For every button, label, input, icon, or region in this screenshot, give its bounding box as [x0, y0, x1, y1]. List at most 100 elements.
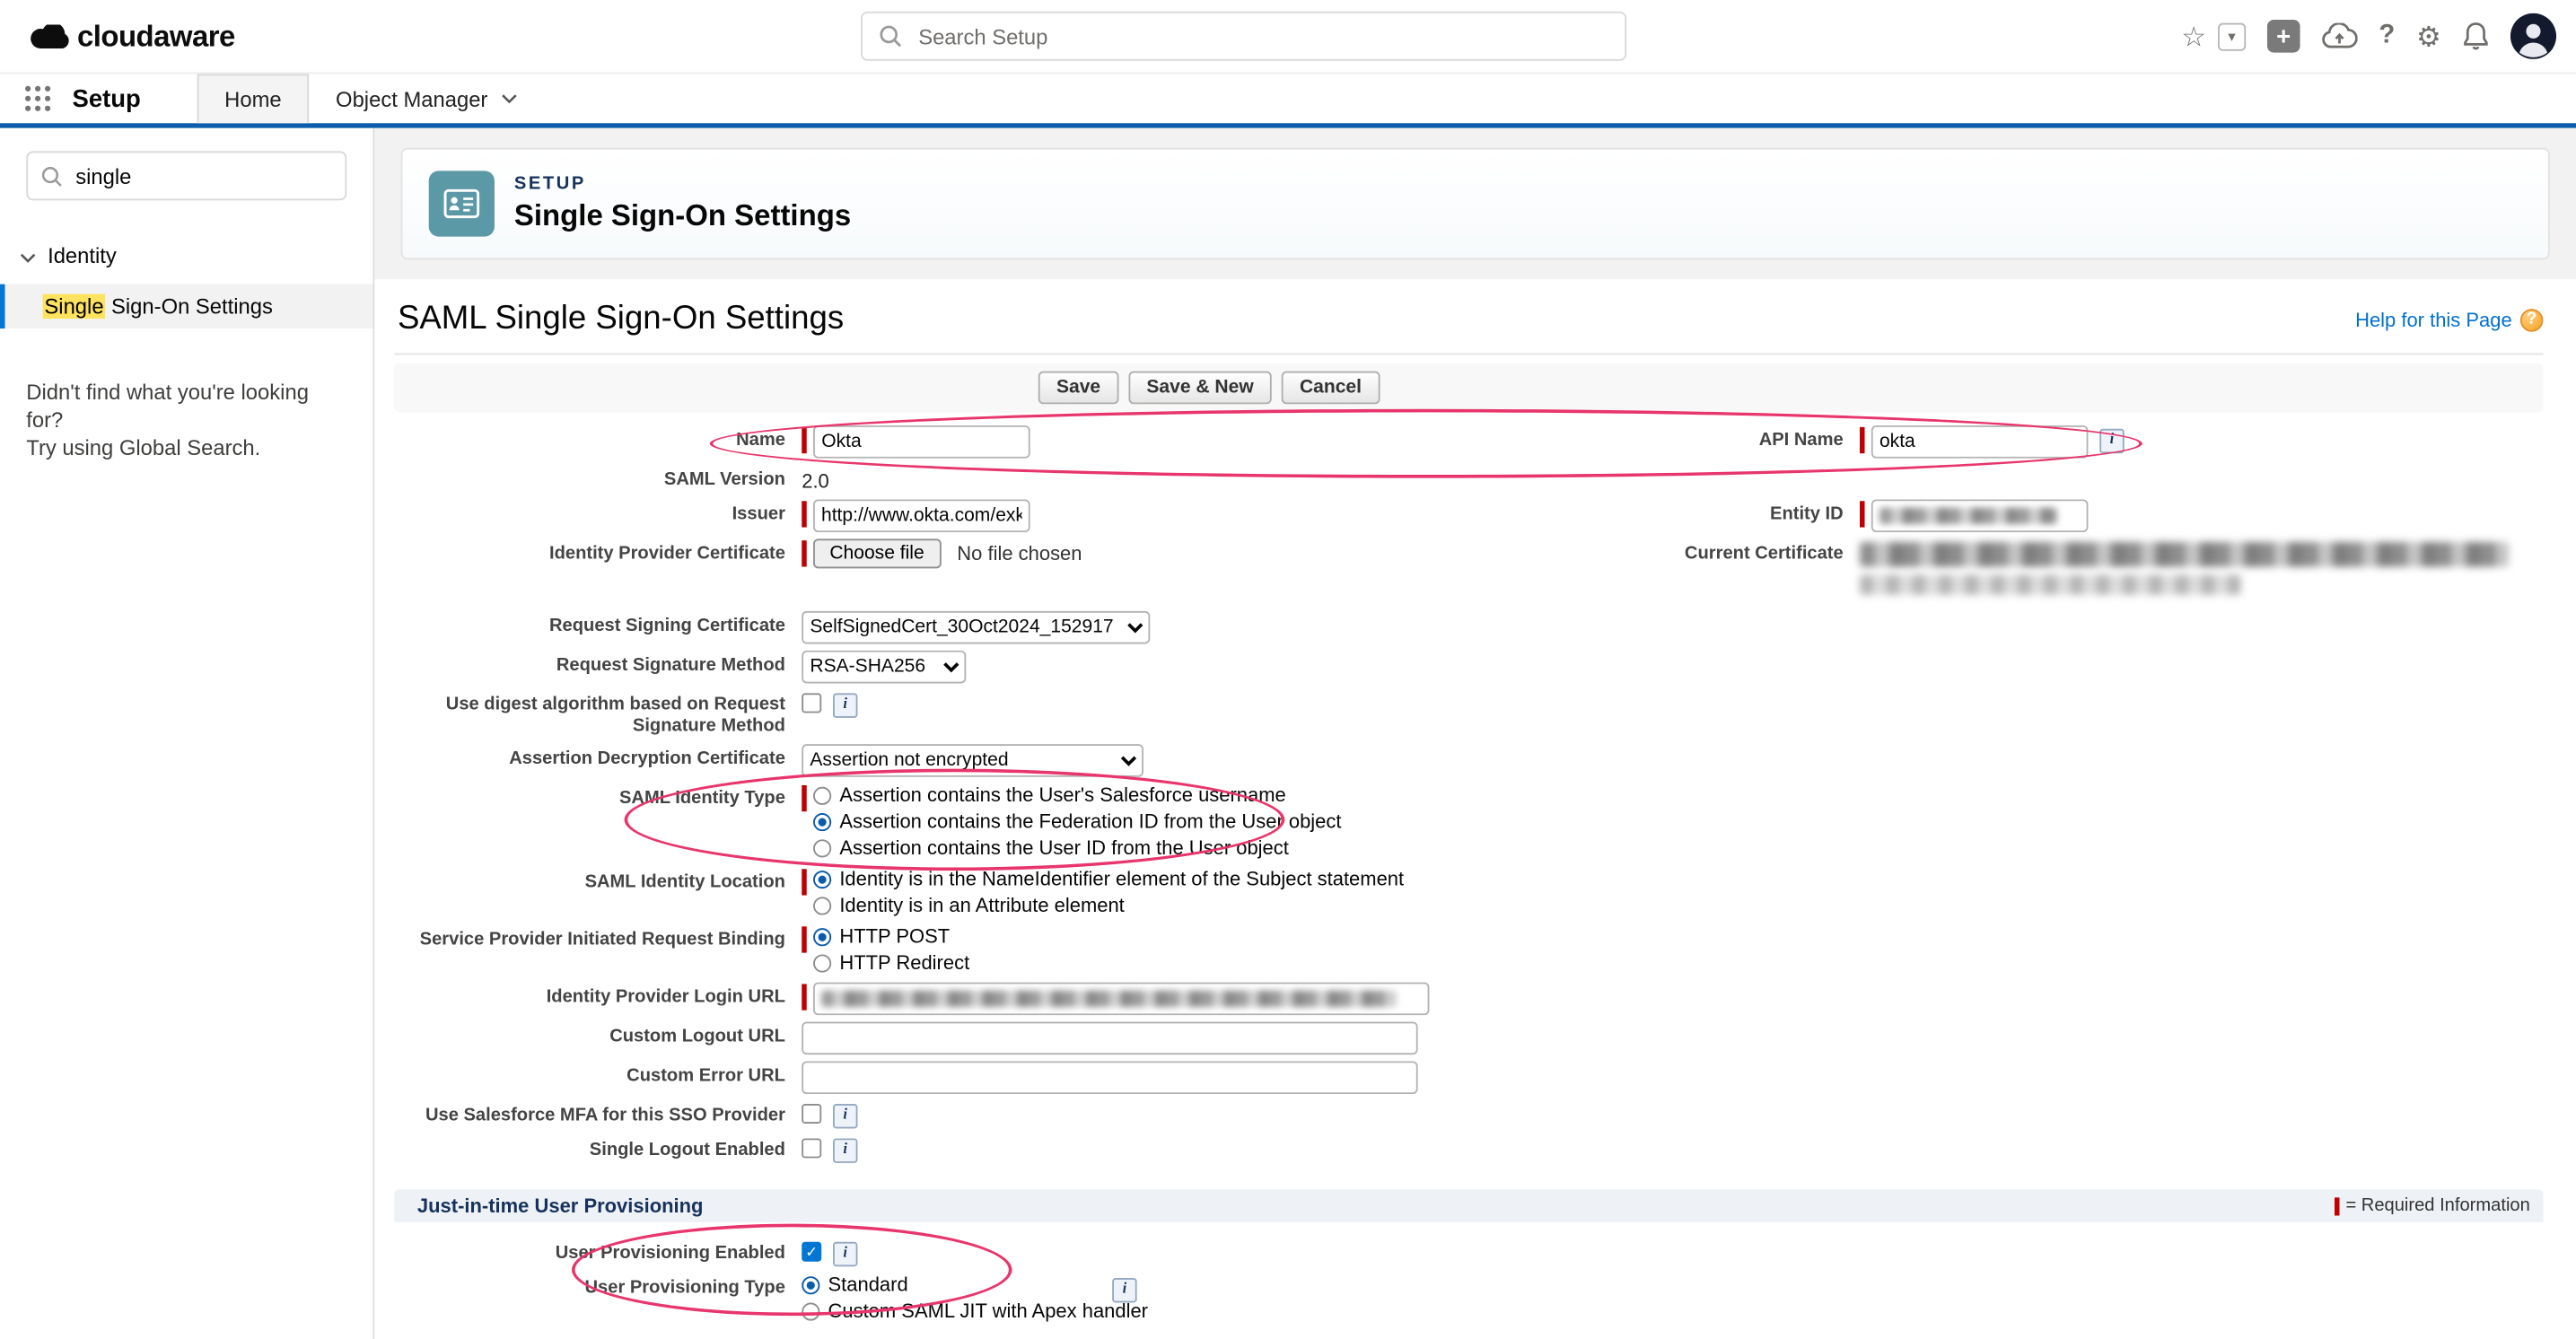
radio-identity-location-attribute[interactable]: Identity is in an Attribute element [813, 894, 1404, 918]
field-row-saml-identity-location: SAML Identity Location Identity is in th… [394, 864, 2543, 922]
certificate-redacted-line [1860, 575, 2241, 595]
radio-icon [813, 954, 831, 972]
required-information-legend: = Required Information [2335, 1196, 2530, 1216]
sidebar-hint-text: Didn't find what you're looking for? Try… [26, 378, 346, 461]
sidebar-item-single-sign-on-settings[interactable]: Single Sign-On Settings [0, 284, 373, 328]
custom-logout-url-input[interactable] [802, 1022, 1417, 1055]
page-title: Single Sign-On Settings [514, 198, 851, 232]
info-icon[interactable]: i [833, 693, 857, 717]
radio-provisioning-standard[interactable]: Standard [802, 1273, 1148, 1298]
sso-settings-form: Name API Name i [394, 422, 2543, 1339]
search-match-highlight: Single [43, 294, 106, 319]
required-indicator [802, 427, 806, 453]
help-for-page: Help for this Page ? [2355, 308, 2543, 331]
radio-http-redirect[interactable]: HTTP Redirect [813, 951, 969, 976]
required-indicator [2335, 1196, 2339, 1214]
radio-icon [813, 897, 831, 915]
api-name-input[interactable] [1871, 425, 2089, 459]
upload-cloud-icon[interactable] [2321, 23, 2357, 49]
field-row-custom-logout-url: Custom Logout URL [394, 1019, 2543, 1058]
page-header-card: SETUP Single Sign-On Settings [401, 148, 2550, 259]
radio-http-post[interactable]: HTTP POST [813, 925, 969, 950]
digest-algorithm-checkbox[interactable] [802, 693, 821, 713]
radio-identity-location-subject[interactable]: Identity is in the NameIdentifier elemen… [813, 867, 1404, 891]
form-title-row: SAML Single Sign-On Settings Help for th… [394, 279, 2543, 353]
help-question-icon[interactable]: ? [2520, 308, 2544, 331]
info-icon[interactable]: i [1112, 1278, 1136, 1302]
required-indicator [802, 540, 806, 566]
settings-form-panel: SAML Single Sign-On Settings Help for th… [374, 279, 2576, 1339]
quick-find-input[interactable] [73, 162, 332, 189]
favorites-star-icon[interactable]: ☆ [2181, 22, 2206, 50]
radio-provisioning-custom-saml-jit[interactable]: Custom SAML JIT with Apex handler [802, 1300, 1148, 1324]
required-indicator [802, 926, 806, 952]
radio-icon [813, 839, 831, 857]
field-row-single-logout: Single Logout Enabled i [394, 1132, 2543, 1166]
field-row-request-signing-certificate: Request Signing Certificate SelfSignedCe… [394, 608, 2543, 647]
field-row-saml-identity-type: SAML Identity Type Assertion contains th… [394, 780, 2543, 863]
jit-section-title: Just-in-time User Provisioning [417, 1195, 704, 1218]
global-search-box[interactable] [861, 12, 1626, 61]
field-row-mfa-sso: Use Salesforce MFA for this SSO Provider… [394, 1098, 2543, 1132]
info-icon[interactable]: i [833, 1138, 857, 1162]
custom-error-url-input[interactable] [802, 1061, 1417, 1094]
name-input[interactable] [813, 425, 1030, 459]
request-signature-method-select[interactable]: RSA-SHA256 [802, 651, 966, 684]
required-indicator [1860, 427, 1864, 453]
field-row-digest-algorithm: Use digest algorithm based on Request Si… [394, 687, 2543, 740]
saml-identity-type-options: Assertion contains the User's Salesforce… [813, 783, 1341, 861]
single-logout-checkbox[interactable] [802, 1138, 821, 1158]
api-name-label: API Name [1613, 425, 1843, 451]
idp-login-url-input[interactable] [813, 983, 1429, 1016]
info-icon[interactable]: i [2099, 429, 2124, 453]
request-signing-certificate-select[interactable]: SelfSignedCert_30Oct2024_152917 [802, 611, 1150, 644]
radio-identity-type-federation-id[interactable]: Assertion contains the Federation ID fro… [813, 810, 1341, 834]
app-launcher-icon[interactable] [23, 74, 53, 123]
create-icon[interactable]: + [2267, 20, 2300, 53]
field-row-sp-request-binding: Service Provider Initiated Request Bindi… [394, 922, 2543, 979]
mfa-sso-checkbox[interactable] [802, 1104, 821, 1124]
field-row-request-signature-method: Request Signature Method RSA-SHA256 [394, 647, 2543, 687]
global-header: cloudaware ☆ ▾ + ? ⚙ [0, 0, 2576, 74]
setup-gear-icon[interactable]: ⚙ [2416, 22, 2441, 50]
workspace: Identity Single Sign-On Settings Didn't … [0, 128, 2576, 1339]
assertion-decryption-certificate-select[interactable]: Assertion not encrypted [802, 744, 1143, 777]
sidebar-section-identity[interactable]: Identity [0, 243, 373, 267]
tab-object-manager[interactable]: Object Manager [310, 74, 544, 123]
cloud-logo-icon [30, 24, 69, 48]
help-icon[interactable]: ? [2379, 23, 2395, 49]
help-for-page-link[interactable]: Help for this Page [2355, 308, 2512, 331]
jit-section-body: User Provisioning Enabled ✓ i User Provi… [394, 1235, 2543, 1327]
global-search-input[interactable] [916, 22, 1608, 50]
choose-file-button[interactable]: Choose file [813, 538, 941, 568]
info-icon[interactable]: i [833, 1242, 857, 1266]
save-and-new-button-top[interactable]: Save & New [1128, 372, 1272, 405]
radio-identity-type-username[interactable]: Assertion contains the User's Salesforce… [813, 783, 1341, 808]
radio-identity-type-user-id[interactable]: Assertion contains the User ID from the … [813, 836, 1341, 861]
notifications-bell-icon[interactable] [2463, 22, 2489, 51]
cancel-button-top[interactable]: Cancel [1282, 372, 1380, 405]
tab-home[interactable]: Home [197, 74, 310, 123]
entity-id-input[interactable] [1871, 499, 2089, 532]
user-provisioning-type-label: User Provisioning Type [394, 1273, 785, 1300]
info-icon[interactable]: i [833, 1104, 857, 1128]
save-button-top[interactable]: Save [1038, 372, 1118, 405]
entity-id-label: Entity ID [1613, 499, 1843, 525]
saml-identity-location-options: Identity is in the NameIdentifier elemen… [813, 867, 1404, 918]
issuer-input[interactable] [813, 499, 1030, 532]
assertion-decryption-certificate-label: Assertion Decryption Certificate [394, 744, 785, 770]
favorites-dropdown-icon[interactable]: ▾ [2218, 22, 2246, 50]
top-button-row: Save Save & New Cancel [394, 363, 2543, 413]
idp-login-url-redacted-value [821, 991, 1397, 1007]
required-indicator [802, 869, 806, 895]
required-indicator [802, 984, 806, 1010]
form-title: SAML Single Sign-On Settings [398, 301, 844, 338]
radio-icon [813, 787, 831, 805]
radio-icon-selected [813, 813, 831, 831]
quick-find-box[interactable] [26, 151, 346, 200]
user-avatar[interactable] [2510, 13, 2556, 59]
idp-certificate-label: Identity Provider Certificate [394, 538, 785, 564]
field-row-name: Name API Name i [394, 422, 2543, 461]
saml-identity-type-label: SAML Identity Type [394, 783, 785, 810]
user-provisioning-enabled-checkbox[interactable]: ✓ [802, 1242, 821, 1262]
